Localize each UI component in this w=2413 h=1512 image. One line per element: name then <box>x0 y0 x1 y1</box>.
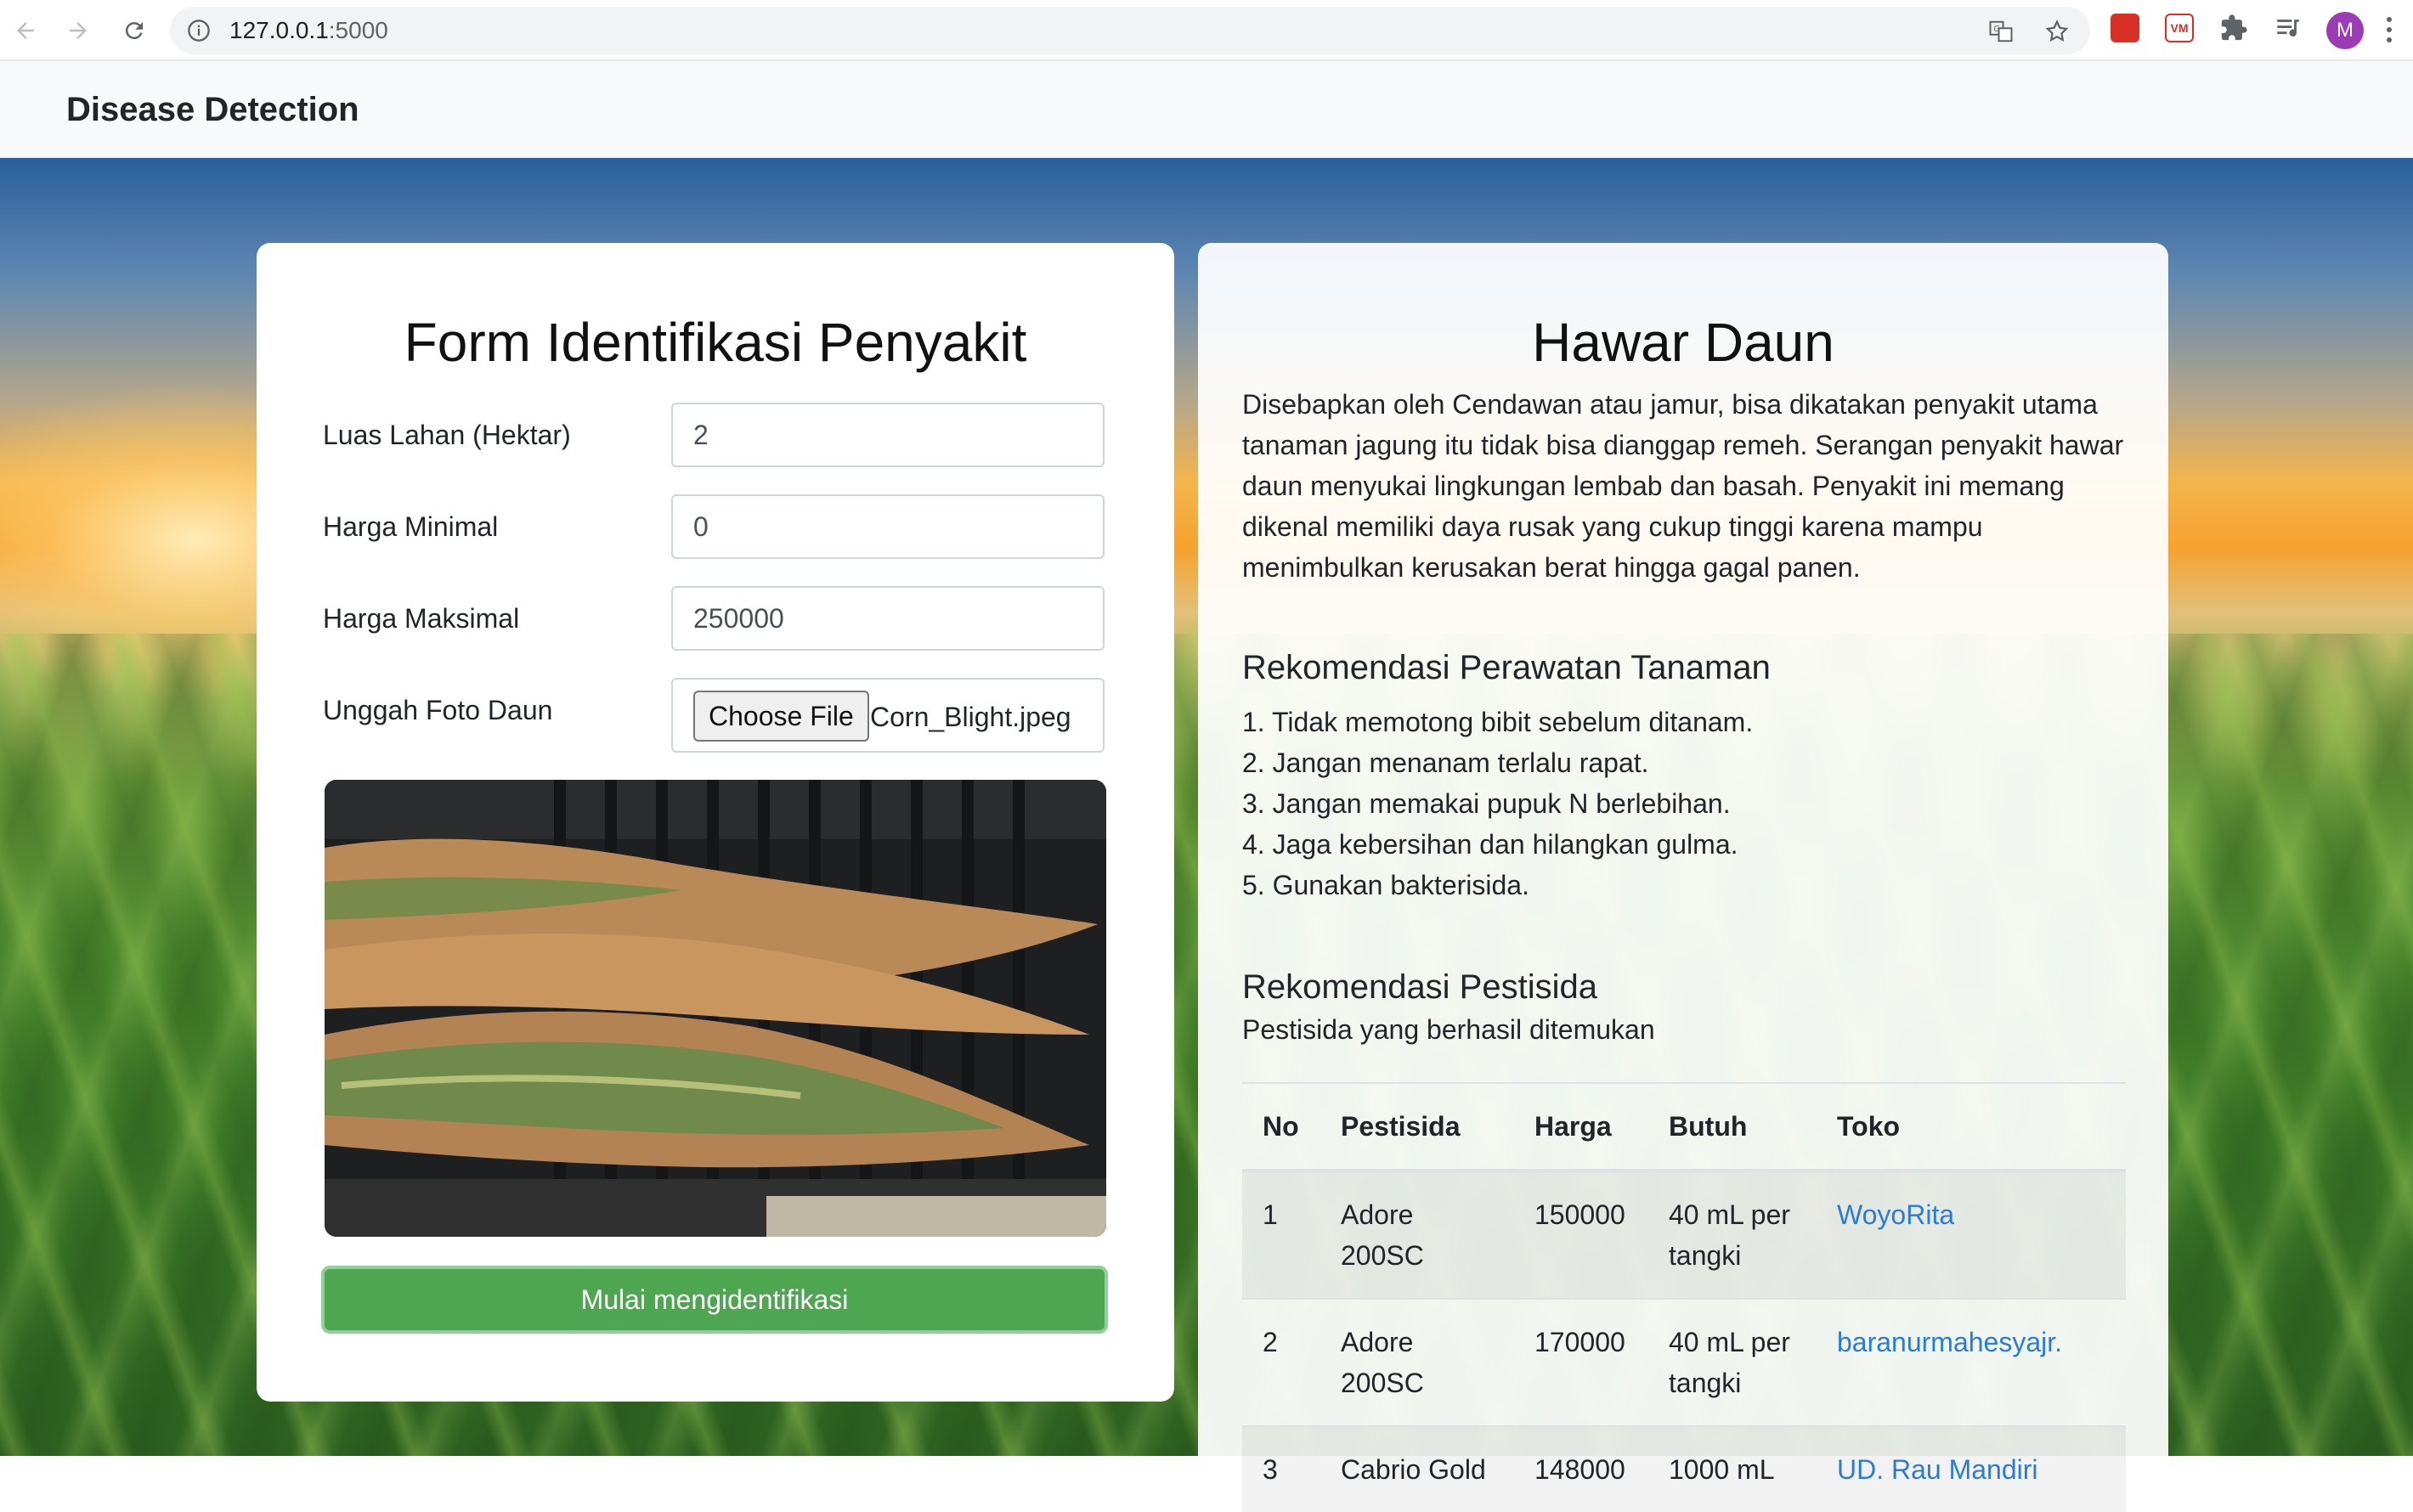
cell-butuh: 1000 mL <box>1648 1425 1817 1512</box>
form-row-harga-maksimal: Harga Maksimal <box>323 586 1113 651</box>
translate-icon[interactable]: G <box>1988 19 2014 44</box>
luas-lahan-label: Luas Lahan (Hektar) <box>323 420 571 450</box>
file-upload-field[interactable]: Choose File Corn_Blight.jpeg <box>671 678 1105 753</box>
pesticide-subtitle: Pestisida yang berhasil ditemukan <box>1242 1014 1655 1045</box>
table-row: 3 Cabrio Gold 148000 1000 mL UD. Rau Man… <box>1242 1425 2126 1512</box>
cell-butuh: 40 mL per tangki <box>1648 1298 1817 1426</box>
care-recommendation-heading: Rekomendasi Perawatan Tanaman <box>1242 649 1771 686</box>
table-header-row: No Pestisida Harga Butuh Toko <box>1242 1083 2126 1172</box>
harga-maksimal-label: Harga Maksimal <box>323 603 520 634</box>
cell-no: 3 <box>1242 1425 1320 1512</box>
harga-minimal-label: Harga Minimal <box>323 511 499 542</box>
browser-menu-icon[interactable] <box>2386 17 2393 44</box>
cell-harga: 150000 <box>1514 1170 1648 1299</box>
forward-button[interactable] <box>59 12 97 49</box>
extension-vm-icon[interactable]: VM <box>2165 14 2194 42</box>
care-item: 4. Jaga kebersihan dan hilangkan gulma. <box>1242 829 1738 860</box>
form-row-upload: Unggah Foto Daun Choose File Corn_Blight… <box>323 678 1113 753</box>
care-item: 3. Jangan memakai pupuk N berlebihan. <box>1242 788 1731 819</box>
harga-minimal-input[interactable] <box>671 494 1105 559</box>
result-card: Hawar Daun Disebapkan oleh Cendawan atau… <box>1198 243 2168 1512</box>
form-row-luas-lahan: Luas Lahan (Hektar) <box>323 403 1113 467</box>
disease-title: Hawar Daun <box>1532 312 1834 373</box>
care-item: 1. Tidak memotong bibit sebelum ditanam. <box>1242 707 1754 737</box>
svg-text:G: G <box>1993 25 2000 34</box>
cell-pestisida: Adore 200SC <box>1320 1170 1514 1299</box>
store-link[interactable]: WoyoRita <box>1837 1199 1954 1230</box>
back-button[interactable] <box>7 12 44 49</box>
cell-harga: 148000 <box>1514 1425 1648 1512</box>
identification-form-card: Form Identifikasi Penyakit Luas Lahan (H… <box>257 243 1174 1402</box>
cell-no: 1 <box>1242 1170 1320 1299</box>
cell-toko: baranurmahesyajr. <box>1817 1298 2126 1426</box>
cell-harga: 170000 <box>1514 1298 1648 1426</box>
form-row-harga-minimal: Harga Minimal <box>323 494 1113 559</box>
app-navbar: Disease Detection <box>0 61 2413 158</box>
column-header-butuh: Butuh <box>1648 1083 1817 1172</box>
pesticide-recommendation-heading: Rekomendasi Pestisida <box>1242 968 1597 1006</box>
upload-label: Unggah Foto Daun <box>323 695 553 725</box>
choose-file-button[interactable]: Choose File <box>693 691 869 742</box>
column-header-no: No <box>1242 1083 1320 1172</box>
uploaded-leaf-preview <box>325 780 1106 1237</box>
corn-leaf-image <box>325 780 1106 1237</box>
reload-icon <box>125 22 143 40</box>
form-title: Form Identifikasi Penyakit <box>404 312 1027 373</box>
column-header-toko: Toko <box>1817 1083 2126 1172</box>
back-arrow-icon <box>17 22 34 39</box>
cell-toko: WoyoRita <box>1817 1170 2126 1299</box>
cell-butuh: 40 mL per tangki <box>1648 1170 1817 1299</box>
luas-lahan-input[interactable] <box>671 403 1105 467</box>
reload-button[interactable] <box>116 12 153 49</box>
info-icon[interactable] <box>187 19 211 42</box>
cell-pestisida: Cabrio Gold <box>1320 1425 1514 1512</box>
navbar-brand[interactable]: Disease Detection <box>66 61 359 158</box>
extensions-puzzle-icon[interactable] <box>2219 14 2248 42</box>
care-item: 5. Gunakan bakterisida. <box>1242 870 1529 900</box>
extension-red-icon[interactable] <box>2111 14 2139 42</box>
pesticide-table: No Pestisida Harga Butuh Toko 1 Adore 20… <box>1242 1082 2126 1512</box>
cell-pestisida: Adore 200SC <box>1320 1298 1514 1426</box>
store-link[interactable]: UD. Rau Mandiri <box>1837 1454 2038 1485</box>
harga-maksimal-input[interactable] <box>671 586 1105 651</box>
table-row: 2 Adore 200SC 170000 40 mL per tangki ba… <box>1242 1298 2126 1426</box>
disease-description: Disebapkan oleh Cendawan atau jamur, bis… <box>1242 389 2124 583</box>
media-queue-icon[interactable] <box>2274 14 2303 42</box>
profile-avatar[interactable]: M <box>2326 12 2364 49</box>
care-recommendation-list: 1. Tidak memotong bibit sebelum ditanam.… <box>1242 702 1753 906</box>
selected-file-name: Corn_Blight.jpeg <box>870 702 1071 732</box>
column-header-harga: Harga <box>1514 1083 1648 1172</box>
start-identification-button[interactable]: Mulai mengidentifikasi <box>321 1266 1108 1334</box>
browser-toolbar: 127.0.0.1:5000 G VM M <box>0 0 2413 61</box>
url-text: 127.0.0.1:5000 <box>229 17 388 43</box>
forward-arrow-icon <box>70 22 87 39</box>
address-bar[interactable]: 127.0.0.1:5000 G <box>170 7 2090 54</box>
cell-toko: UD. Rau Mandiri <box>1817 1425 2126 1512</box>
store-link[interactable]: baranurmahesyajr. <box>1837 1327 2062 1357</box>
cell-no: 2 <box>1242 1298 1320 1426</box>
column-header-pestisida: Pestisida <box>1320 1083 1514 1172</box>
bookmark-star-icon[interactable] <box>2044 19 2070 44</box>
care-item: 2. Jangan menanam terlalu rapat. <box>1242 748 1649 778</box>
table-row: 1 Adore 200SC 150000 40 mL per tangki Wo… <box>1242 1170 2126 1299</box>
